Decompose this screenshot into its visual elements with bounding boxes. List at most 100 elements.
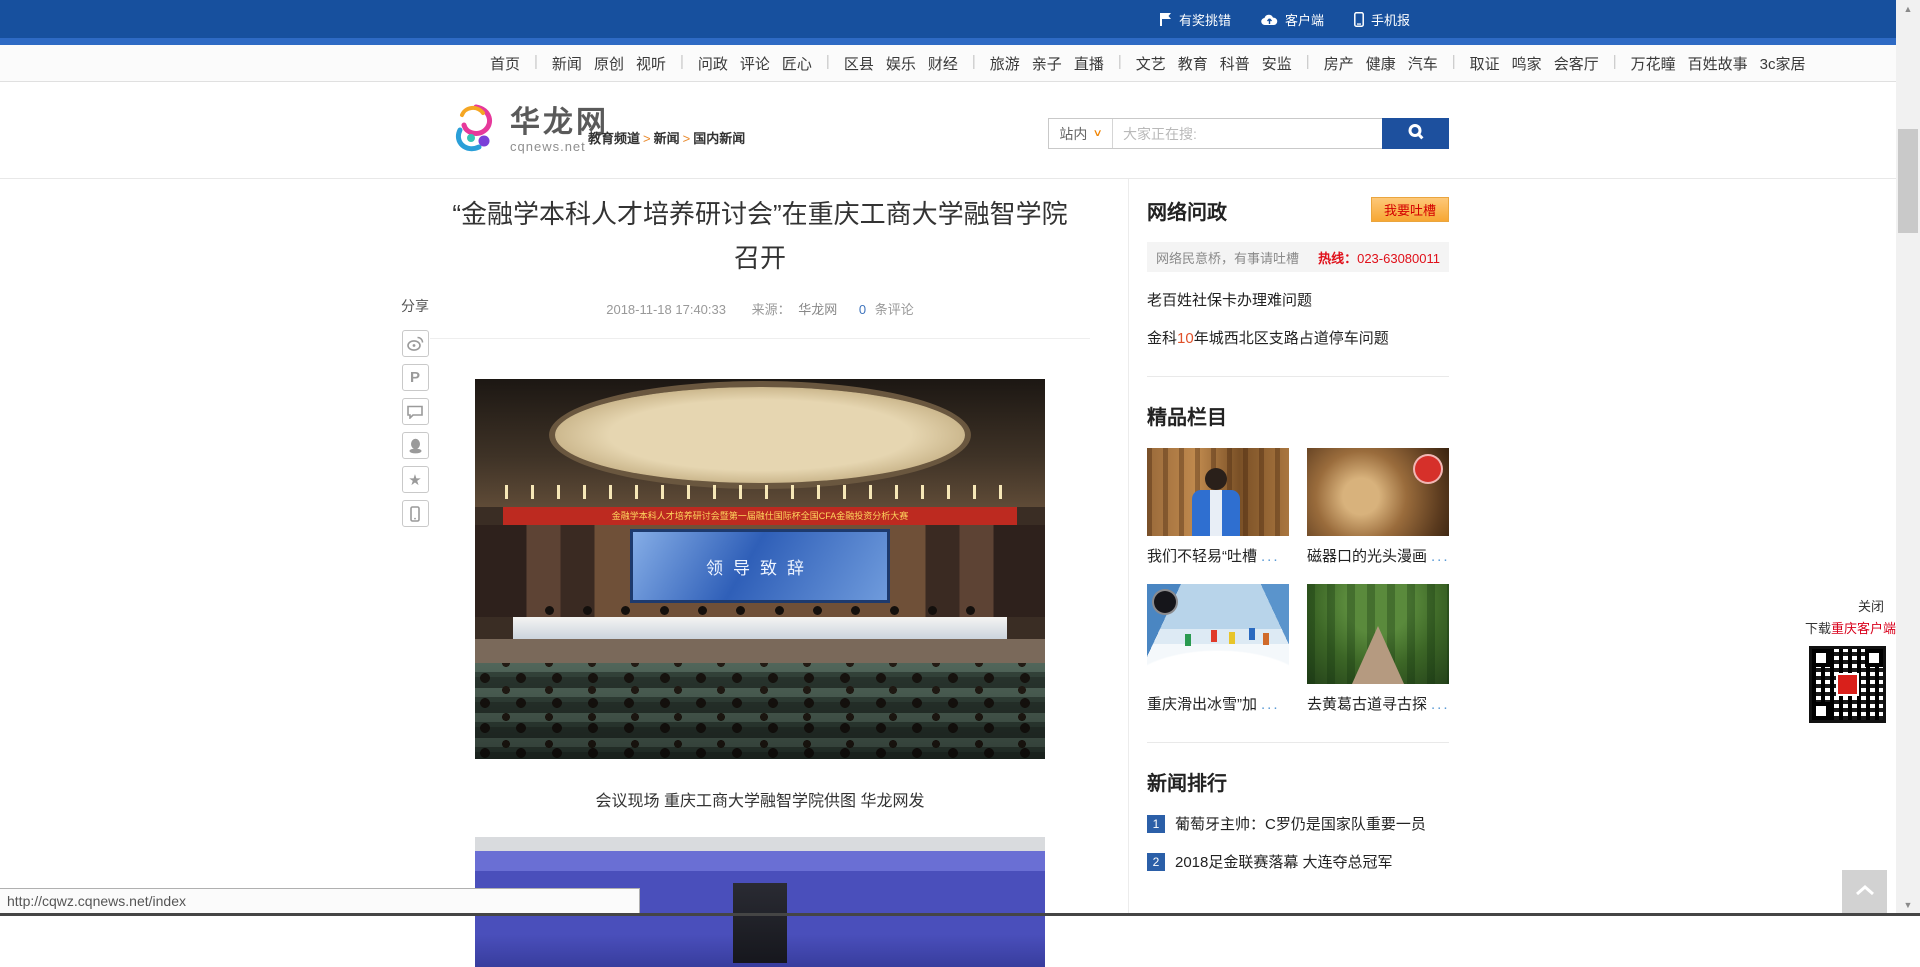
publish-date: 2018-11-18 17:40:33 (606, 302, 726, 317)
wenzheng-section-header: 网络问政 我要吐槽 (1147, 196, 1449, 224)
nav-item[interactable]: 房产 (1324, 53, 1354, 74)
nav-item[interactable]: 匠心 (782, 53, 812, 74)
breadcrumb-news[interactable]: 新闻 (640, 131, 680, 146)
featured-item[interactable]: 磁器口的光头漫画... (1307, 448, 1449, 566)
back-to-top-button[interactable] (1842, 870, 1887, 913)
nav-item[interactable]: 问政 (698, 53, 728, 74)
nav-item[interactable]: 视听 (636, 53, 666, 74)
nav-item[interactable]: 文艺 (1136, 53, 1166, 74)
featured-item[interactable]: 去黄葛古道寻古探... (1307, 584, 1449, 714)
article-title-line2: 召开 (430, 237, 1090, 279)
photo-podium (733, 883, 787, 963)
photo-panelists (530, 606, 990, 617)
nav-item[interactable]: 百姓故事 (1688, 53, 1748, 74)
status-url: http://cqwz.cqnews.net/index (7, 893, 186, 909)
favorite-star-icon[interactable]: ★ (402, 466, 429, 493)
nav-item[interactable]: 万花瞳 (1631, 53, 1676, 74)
search-button[interactable] (1382, 118, 1449, 149)
featured-item[interactable]: 重庆滑出冰雪”加... (1147, 584, 1289, 714)
breadcrumb-channel[interactable]: 教育频道 (588, 131, 640, 146)
featured-thumbnail-cartoonist (1307, 448, 1449, 536)
hotline-slogan: 网络民意桥，有事请吐槽 (1156, 248, 1299, 267)
scroll-up-arrow-icon[interactable]: ▲ (1896, 4, 1920, 14)
nav-item[interactable]: 直播 (1074, 53, 1104, 74)
nav-item[interactable]: 新闻 (552, 53, 582, 74)
channel-logo-icon (1152, 589, 1178, 615)
photo-ceiling-recess (555, 387, 965, 483)
article-title-line1: “金融学本科人才培养研讨会”在重庆工商大学融智学院 (430, 193, 1090, 235)
breadcrumb: 教育频道新闻国内新闻 (588, 128, 745, 147)
wenzheng-item[interactable]: 老百姓社保卡办理难问题 (1147, 289, 1449, 310)
pengyou-share-icon[interactable]: P (402, 364, 429, 391)
scrollbar-thumb[interactable] (1898, 129, 1918, 233)
hotline-number: 023-63080011 (1357, 251, 1440, 266)
nav-item[interactable]: 娱乐 (886, 53, 916, 74)
qr-code (1809, 646, 1886, 723)
wenzheng-hotline-banner: 网络民意桥，有事请吐槽 热线：023-63080011 (1147, 242, 1449, 272)
featured-title: 精品栏目 (1147, 401, 1449, 430)
nav-item[interactable]: 健康 (1366, 53, 1396, 74)
nav-item[interactable]: 安监 (1262, 53, 1292, 74)
main-nav: 首页 新闻 原创 视听 问政 评论 匠心 区县 娱乐 财经 旅游 亲子 直播 文… (484, 45, 1811, 81)
nav-item[interactable]: 财经 (928, 53, 958, 74)
wenzheng-title: 网络问政 (1147, 202, 1227, 224)
nav-item[interactable]: 会客厅 (1554, 53, 1599, 74)
site-logo[interactable]: 华龙网 cqnews.net (446, 100, 609, 161)
nav-item[interactable]: 原创 (594, 53, 624, 74)
nav-item[interactable]: 科普 (1220, 53, 1250, 74)
comment-bubble-share-icon[interactable] (402, 398, 429, 425)
sina-weibo-share-icon[interactable] (402, 330, 429, 357)
mobile-phone-share-icon[interactable] (402, 500, 429, 527)
nav-item[interactable]: 汽车 (1408, 53, 1438, 74)
close-promo-link[interactable]: 关闭 (1858, 596, 1884, 615)
nav-item[interactable]: 教育 (1178, 53, 1208, 74)
ranking-item[interactable]: 2 2018足金联赛落幕 大连夺总冠军 (1147, 851, 1449, 872)
report-error-link[interactable]: 有奖挑错 (1159, 10, 1231, 29)
comment-count-label[interactable]: 条评论 (875, 302, 914, 317)
qr-center-logo (1836, 673, 1859, 696)
photo-banner-text: 金融学本科人才培养研讨会暨第一届融仕国际杯全国CFA金融投资分析大赛 (503, 507, 1017, 525)
complain-button[interactable]: 我要吐槽 (1371, 197, 1449, 222)
search-scope-dropdown[interactable]: 站内 ∨ (1049, 119, 1113, 148)
flag-icon (1159, 12, 1172, 26)
wenzheng-item[interactable]: 金科10年城西北区支路占道停车问题 (1147, 327, 1449, 348)
featured-thumbnail-trail (1307, 584, 1449, 684)
nav-item[interactable]: 亲子 (1032, 53, 1062, 74)
main-navbar: 首页 新闻 原创 视听 问政 评论 匠心 区县 娱乐 财经 旅游 亲子 直播 文… (0, 45, 1896, 82)
nav-item[interactable]: 区县 (844, 53, 874, 74)
chevron-down-icon: ∨ (1093, 128, 1103, 139)
nav-item[interactable]: 鸣家 (1512, 53, 1542, 74)
source-label: 来源： (752, 302, 791, 317)
featured-thumbnail-interview (1147, 448, 1289, 536)
rank-number-badge: 2 (1147, 853, 1165, 871)
hotline-label: 热线： (1318, 251, 1357, 266)
comment-count[interactable]: 0 (859, 302, 866, 317)
ranking-item[interactable]: 1 葡萄牙主帅：C罗仍是国家队重要一员 (1147, 813, 1449, 834)
scrollbar[interactable]: ▲ ▼ (1896, 0, 1920, 916)
content-sidebar-divider (1128, 179, 1129, 916)
sidebar-divider (1147, 376, 1449, 377)
share-label: 分享 (399, 296, 431, 316)
client-app-link[interactable]: 客户端 (1261, 10, 1324, 29)
photo-head-table (513, 617, 1007, 639)
search-input[interactable] (1113, 119, 1382, 148)
featured-thumbnail-ski (1147, 584, 1289, 684)
top-utility-bar: 有奖挑错 客户端 手机报 (0, 0, 1896, 38)
top-utility-links: 有奖挑错 客户端 手机报 (1159, 0, 1410, 38)
nav-item-home[interactable]: 首页 (490, 53, 520, 74)
nav-item[interactable]: 旅游 (990, 53, 1020, 74)
nav-item[interactable]: 3c家居 (1760, 53, 1806, 74)
dragon-logo-icon (446, 100, 502, 161)
mobile-paper-link[interactable]: 手机报 (1354, 10, 1410, 29)
sidebar-divider (1147, 742, 1449, 743)
breadcrumb-domestic-news[interactable]: 国内新闻 (680, 131, 746, 146)
sidebar: 网络问政 我要吐槽 网络民意桥，有事请吐槽 热线：023-63080011 老百… (1147, 196, 1449, 872)
scroll-down-arrow-icon[interactable]: ▼ (1896, 900, 1920, 910)
nav-item[interactable]: 取证 (1470, 53, 1500, 74)
conference-photo: 金融学本科人才培养研讨会暨第一届融仕国际杯全国CFA金融投资分析大赛 领导致辞 (475, 379, 1045, 759)
source-name[interactable]: 华龙网 (798, 302, 837, 317)
qq-share-icon[interactable] (402, 432, 429, 459)
nav-item[interactable]: 评论 (740, 53, 770, 74)
browser-status-bar: http://cqwz.cqnews.net/index (0, 888, 640, 914)
featured-item[interactable]: 我们不轻易“吐槽... (1147, 448, 1289, 566)
